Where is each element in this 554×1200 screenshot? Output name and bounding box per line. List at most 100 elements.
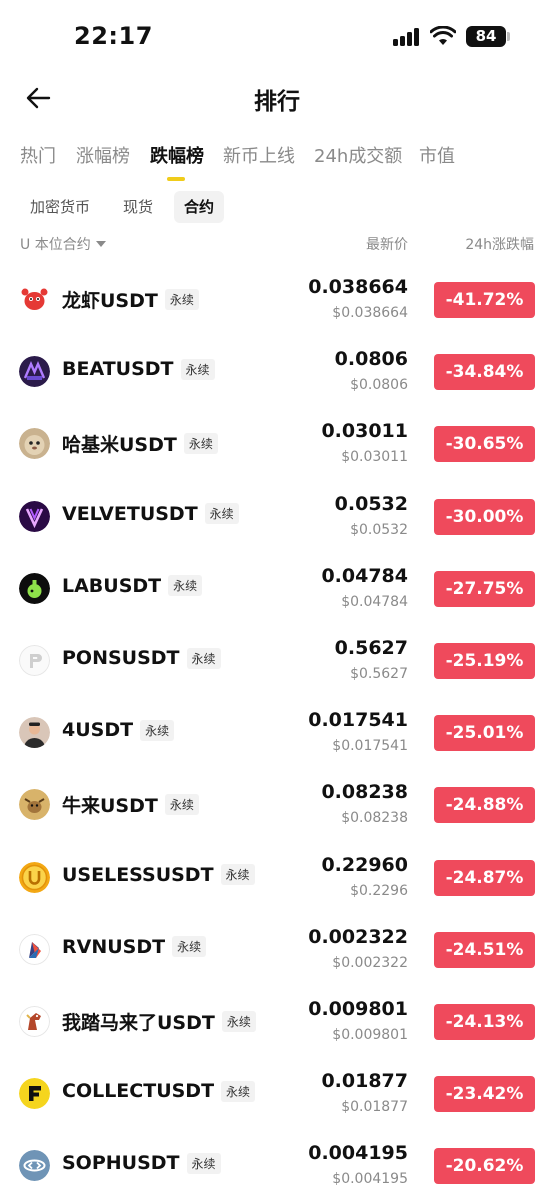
table-row[interactable]: PONSUSDT 永续 0.5627 $0.5627 -25.19% bbox=[0, 623, 554, 695]
coin-name-group: PONSUSDT 永续 bbox=[62, 647, 221, 669]
last-price: 0.038664 bbox=[308, 276, 408, 298]
change-badge[interactable]: -30.00% bbox=[434, 498, 535, 535]
change-badge[interactable]: -24.51% bbox=[434, 931, 535, 968]
perpetual-badge: 永续 bbox=[140, 719, 175, 741]
change-badge[interactable]: -24.88% bbox=[434, 787, 535, 824]
price-usd: $0.0532 bbox=[350, 521, 408, 538]
change-badge[interactable]: -23.42% bbox=[434, 1076, 535, 1113]
contract-type-filter[interactable]: U 本位合约 bbox=[20, 234, 106, 254]
table-row[interactable]: VELVETUSDT 永续 0.0532 $0.0532 -30.00% bbox=[0, 479, 554, 551]
page-title: 排行 bbox=[254, 89, 300, 115]
coin-name-group: VELVETUSDT 永续 bbox=[62, 503, 239, 525]
table-row[interactable]: BEATUSDT 永续 0.0806 $0.0806 -34.84% bbox=[0, 334, 554, 406]
coin-name-group: COLLECTUSDT 永续 bbox=[62, 1080, 256, 1103]
table-row[interactable]: USELESSUSDT 永续 0.22960 $0.2296 -24.87% bbox=[0, 840, 554, 912]
change-badge[interactable]: -27.75% bbox=[434, 570, 535, 607]
lobster-icon bbox=[19, 284, 50, 315]
coin-name: 牛来USDT bbox=[62, 795, 158, 818]
coin-name-group: 哈基米USDT 永续 bbox=[62, 430, 218, 457]
tab-new-listings[interactable]: 新币上线 bbox=[223, 142, 295, 168]
price-usd: $0.017541 bbox=[332, 738, 408, 755]
coin-name-group: USELESSUSDT 永续 bbox=[62, 864, 255, 886]
coin-name: RVNUSDT bbox=[62, 935, 166, 958]
change-badge[interactable]: -34.84% bbox=[434, 354, 535, 391]
coin-name-group: 我踏马来了USDT 永续 bbox=[62, 1008, 256, 1035]
table-row[interactable]: SOPHUSDT 永续 0.004195 $0.004195 -20.62% bbox=[0, 1128, 554, 1200]
column-header-price[interactable]: 最新价 bbox=[366, 234, 408, 254]
caret-down-icon bbox=[95, 241, 106, 247]
collect-logo-icon bbox=[19, 1078, 50, 1110]
change-badge[interactable]: -24.87% bbox=[434, 859, 535, 896]
change-badge[interactable]: -25.19% bbox=[434, 643, 535, 679]
coin-name-group: LABUSDT 永续 bbox=[62, 574, 203, 597]
perpetual-badge: 永续 bbox=[186, 1152, 221, 1174]
last-price: 0.01877 bbox=[321, 1070, 408, 1093]
perpetual-badge: 永续 bbox=[221, 1011, 256, 1032]
price-usd: $0.009801 bbox=[332, 1027, 408, 1043]
perpetual-badge: 永续 bbox=[180, 358, 215, 380]
tab-hot[interactable]: 热门 bbox=[20, 142, 56, 168]
last-price: 0.0532 bbox=[334, 492, 408, 515]
price-usd: $0.002322 bbox=[332, 954, 408, 971]
change-badge[interactable]: -24.13% bbox=[434, 1004, 535, 1040]
last-price: 0.004195 bbox=[308, 1142, 408, 1165]
perpetual-badge: 永续 bbox=[186, 647, 221, 669]
coin-name-group: RVNUSDT 永续 bbox=[62, 935, 207, 958]
coin-name: 我踏马来了USDT bbox=[62, 1012, 215, 1034]
column-header-change[interactable]: 24h涨跌幅 bbox=[465, 234, 534, 254]
coin-name-group: SOPHUSDT 永续 bbox=[62, 1152, 221, 1174]
price-usd: $0.038664 bbox=[332, 305, 408, 321]
tab-gainers[interactable]: 涨幅榜 bbox=[76, 142, 130, 168]
price-usd: $0.04784 bbox=[341, 593, 408, 610]
coin-name: SOPHUSDT bbox=[62, 1152, 180, 1175]
coin-name-group: 龙虾USDT 永续 bbox=[62, 286, 199, 313]
coin-name: USELESSUSDT bbox=[62, 863, 214, 886]
table-row[interactable]: LABUSDT 永续 0.04784 $0.04784 -27.75% bbox=[0, 551, 554, 623]
table-row[interactable]: 我踏马来了USDT 永续 0.009801 $0.009801 -24.13% bbox=[0, 984, 554, 1056]
perpetual-badge: 永续 bbox=[204, 503, 239, 525]
tab-market-cap[interactable]: 市值 bbox=[419, 142, 455, 168]
person-avatar-icon bbox=[19, 717, 50, 749]
table-row[interactable]: 哈基米USDT 永续 0.03011 $0.03011 -30.65% bbox=[0, 406, 554, 478]
change-badge[interactable]: -41.72% bbox=[434, 282, 535, 318]
raven-icon bbox=[19, 933, 50, 965]
table-row[interactable]: 龙虾USDT 永续 0.038664 $0.038664 -41.72% bbox=[0, 262, 554, 334]
active-tab-indicator bbox=[167, 177, 185, 181]
last-price: 0.22960 bbox=[321, 853, 408, 876]
subtab-spot[interactable]: 现货 bbox=[113, 191, 163, 223]
perpetual-badge: 永续 bbox=[172, 936, 207, 958]
subtab-futures[interactable]: 合约 bbox=[174, 191, 225, 223]
change-badge[interactable]: -25.01% bbox=[434, 715, 535, 752]
change-badge[interactable]: -30.65% bbox=[434, 426, 535, 463]
table-row[interactable]: COLLECTUSDT 永续 0.01877 $0.01877 -23.42% bbox=[0, 1056, 554, 1128]
last-price: 0.04784 bbox=[321, 564, 408, 587]
table-row[interactable]: 4USDT 永续 0.017541 $0.017541 -25.01% bbox=[0, 695, 554, 767]
perpetual-badge: 永续 bbox=[220, 864, 255, 886]
status-bar: 22:17 84 bbox=[0, 0, 554, 76]
coin-name: LABUSDT bbox=[62, 574, 162, 597]
velvet-logo-icon bbox=[19, 500, 50, 532]
coin-name: PONSUSDT bbox=[62, 647, 180, 669]
table-row[interactable]: RVNUSDT 永续 0.002322 $0.002322 -24.51% bbox=[0, 912, 554, 984]
change-badge[interactable]: -20.62% bbox=[434, 1148, 535, 1185]
status-time: 22:17 bbox=[74, 22, 153, 50]
perpetual-badge: 永续 bbox=[221, 1080, 256, 1102]
last-price: 0.009801 bbox=[308, 998, 408, 1020]
tab-24h-volume[interactable]: 24h成交额 bbox=[314, 142, 402, 168]
tab-losers[interactable]: 跌幅榜 bbox=[150, 142, 204, 168]
last-price: 0.5627 bbox=[334, 637, 408, 659]
table-row[interactable]: 牛来USDT 永续 0.08238 $0.08238 -24.88% bbox=[0, 767, 554, 839]
last-price: 0.017541 bbox=[308, 709, 408, 732]
contract-type-label: U 本位合约 bbox=[20, 237, 91, 253]
price-usd: $0.03011 bbox=[341, 449, 408, 466]
subtab-crypto[interactable]: 加密货币 bbox=[20, 191, 100, 223]
last-price: 0.08238 bbox=[321, 781, 408, 804]
coin-name-group: 4USDT 永续 bbox=[62, 719, 175, 741]
price-usd: $0.08238 bbox=[341, 810, 408, 827]
coin-name: COLLECTUSDT bbox=[62, 1080, 215, 1103]
battery-indicator: 84 bbox=[466, 26, 506, 47]
bull-icon bbox=[19, 789, 50, 821]
price-usd: $0.2296 bbox=[350, 882, 408, 899]
price-usd: $0.0806 bbox=[350, 377, 408, 394]
last-price: 0.03011 bbox=[321, 420, 408, 443]
